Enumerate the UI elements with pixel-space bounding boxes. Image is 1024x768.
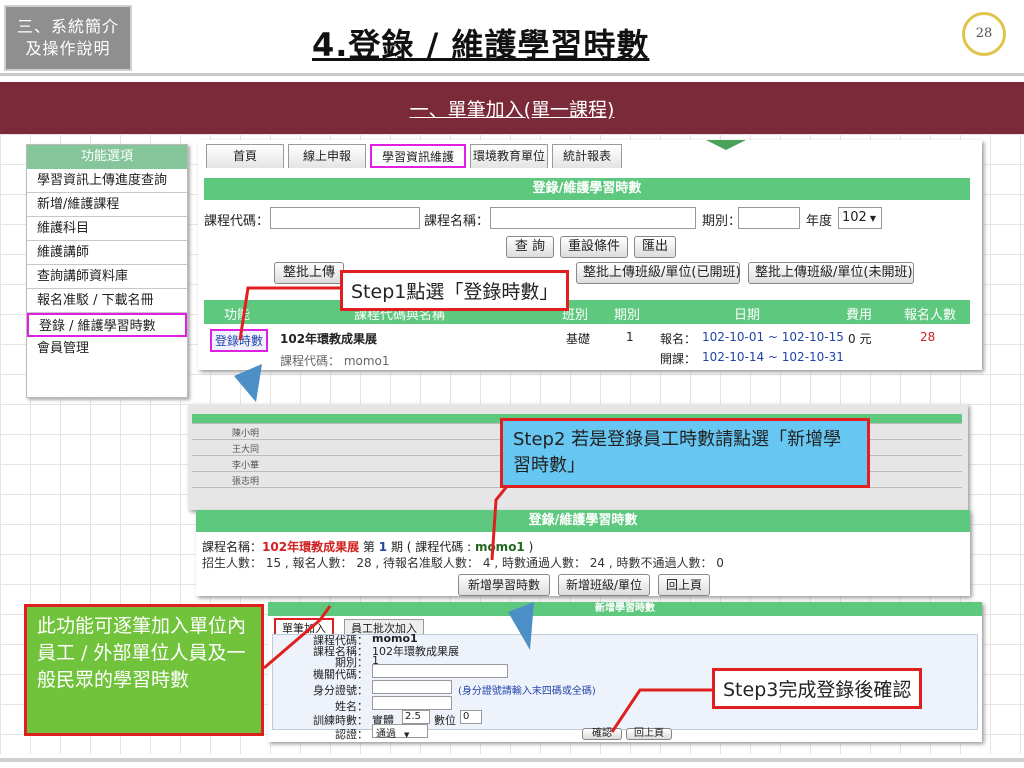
code-label: 課程代碼：	[204, 214, 270, 229]
form-back-button[interactable]: 回上頁	[626, 728, 672, 740]
sidebar-item-members[interactable]: 會員管理	[27, 337, 187, 361]
batch-upload-button[interactable]: 整批上傳	[274, 262, 344, 284]
cert-value: 通過	[376, 729, 396, 740]
id-number-input[interactable]	[372, 680, 452, 694]
name-input[interactable]	[490, 207, 696, 229]
table-row: 登錄時數 102年環教成果展 課程代碼： momo1 基礎 1 報名： 102-…	[204, 326, 970, 370]
digital-input[interactable]: 0	[460, 710, 482, 724]
sidebar-item-lecturer[interactable]: 維護講師	[27, 241, 187, 265]
period-value: 1	[626, 330, 634, 344]
batch-open-button[interactable]: 整批上傳班級/單位(已開班)	[576, 262, 741, 284]
search-heading: 登錄/維護學習時數	[204, 178, 970, 200]
col-action: 功能	[224, 308, 251, 323]
table-header: 功能 課程代碼與名稱 班別 期別 日期 費用 報名人數	[204, 300, 970, 324]
section-banner: 一、單筆加入(單一課程)	[0, 82, 1024, 134]
step1-callout: Step1點選「登錄時數」	[340, 270, 570, 311]
class-label: 開課：	[660, 352, 697, 366]
course-prefix: 課程名稱：	[202, 540, 263, 554]
org-code-input[interactable]	[372, 664, 508, 678]
course-close: )	[528, 540, 534, 554]
section-title: 一、單筆加入(單一課程)	[409, 99, 615, 121]
class-value: 基礎	[566, 332, 591, 346]
bottom-divider	[0, 758, 1024, 762]
chevron-down-icon: ▼	[869, 214, 876, 223]
course-mid: 第	[362, 540, 375, 554]
page-title: 4.登錄 / 維護學習時數	[312, 26, 650, 64]
name-label: 課程名稱：	[424, 214, 490, 229]
step2-callout: Step2 若是登錄員工時數請點選「新增學習時數」	[500, 418, 870, 488]
sidebar-item-upload-progress[interactable]: 學習資訊上傳進度查詢	[27, 169, 187, 193]
col-period: 期別	[614, 308, 641, 323]
detail-period: 1	[378, 540, 388, 554]
tab-statistics[interactable]: 統計報表	[552, 144, 623, 168]
fee-value: 0 元	[848, 332, 872, 346]
step3-callout: Step3完成登錄後確認	[712, 668, 923, 709]
id-hint: (身分證號請輸入末四碼或全碼)	[458, 686, 596, 697]
course-suffix: 期 ( 課程代碼 :	[390, 540, 472, 554]
col-date: 日期	[734, 308, 761, 323]
sidebar-item-hours[interactable]: 登錄 / 維護學習時數	[27, 313, 187, 337]
tab-learning-info[interactable]: 學習資訊維護	[370, 144, 467, 168]
sidebar-item-lecturer-db[interactable]: 查詢講師資料庫	[27, 265, 187, 289]
col-count: 報名人數	[904, 308, 957, 323]
sidebar-item-subject[interactable]: 維護科目	[27, 217, 187, 241]
sidebar-item-approval[interactable]: 報名准駁 / 下載名冊	[27, 289, 187, 313]
confirm-button[interactable]: 確認	[582, 728, 622, 740]
digital-label: 數位	[434, 714, 456, 727]
detail-course-line: 課程名稱：102年環教成果展 第 1 期 ( 課程代碼 : momo1 )	[202, 538, 533, 555]
form-id-label: 身分證號：	[313, 684, 368, 697]
detail-course-name: 102年環教成果展	[262, 540, 360, 554]
chapter-line-2: 及操作說明	[25, 39, 111, 58]
sidebar-item-course[interactable]: 新增/維護課程	[27, 193, 187, 217]
course-code: 課程代碼： momo1	[280, 354, 390, 368]
detail-code: momo1	[474, 540, 525, 554]
form-org-label: 機關代碼：	[313, 668, 368, 681]
tab-env-unit[interactable]: 環境教育單位	[470, 144, 549, 168]
form-heading: 新增學習時數	[268, 602, 982, 616]
chevron-down-icon: ▼	[404, 731, 410, 739]
code-input[interactable]	[270, 207, 420, 229]
detail-heading: 登錄/維護學習時數	[196, 510, 970, 532]
tab-home[interactable]: 首頁	[206, 144, 284, 168]
count-value[interactable]: 28	[920, 330, 935, 344]
chapter-label: 三、系統簡介 及操作說明	[4, 5, 132, 71]
back-button[interactable]: 回上頁	[658, 574, 710, 596]
sidebar: 功能選項 學習資訊上傳進度查詢 新增/維護課程 維護科目 維護講師 查詢講師資料…	[26, 144, 188, 398]
tab-apply[interactable]: 線上申報	[288, 144, 366, 168]
form-name-value: 102年環教成果展	[372, 645, 459, 658]
detail-panel: 登錄/維護學習時數 課程名稱：102年環教成果展 第 1 期 ( 課程代碼 : …	[196, 510, 970, 596]
note-callout: 此功能可逐筆加入單位內員工 / 外部單位人員及一般民眾的學習時數	[24, 604, 264, 736]
divider	[0, 73, 1024, 76]
person-name-input[interactable]	[372, 696, 452, 710]
query-button[interactable]: 查 詢	[506, 236, 554, 258]
year-label: 年度	[806, 214, 833, 229]
period-input[interactable]	[738, 207, 800, 229]
class-dates: 102-10-14 ~ 102-10-31	[702, 350, 844, 364]
period-label: 期別：	[702, 214, 742, 229]
signup-label: 報名：	[660, 332, 697, 346]
record-hours-button[interactable]: 登錄時數	[210, 329, 269, 352]
export-button[interactable]: 匯出	[634, 236, 676, 258]
col-fee: 費用	[846, 308, 873, 323]
batch-unopen-button[interactable]: 整批上傳班級/單位(未開班)	[748, 262, 914, 284]
hours-input[interactable]: 2.5	[402, 710, 430, 724]
search-panel: 首頁 線上申報 學習資訊維護 環境教育單位 統計報表 登錄/維護學習時數 課程代…	[198, 140, 982, 370]
add-class-button[interactable]: 新增班級/單位	[558, 574, 650, 596]
tab-bar: 首頁 線上申報 學習資訊維護 環境教育單位 統計報表	[206, 144, 626, 170]
year-value: 102	[842, 210, 867, 225]
course-name: 102年環教成果展	[280, 332, 378, 346]
signup-dates: 102-10-01 ~ 102-10-15	[702, 330, 844, 344]
year-select[interactable]: 102 ▼	[838, 207, 882, 229]
add-hours-button[interactable]: 新增學習時數	[458, 574, 550, 596]
form-cert-label: 認證：	[335, 728, 368, 741]
sidebar-header: 功能選項	[27, 145, 187, 169]
detail-stats: 招生人數： 15 , 報名人數： 28 , 待報名准駁人數： 4 , 時數通過人…	[202, 556, 724, 570]
reset-button[interactable]: 重設條件	[560, 236, 628, 258]
chapter-line-1: 三、系統簡介	[16, 17, 119, 36]
page-number: 28	[962, 12, 1006, 56]
cert-select[interactable]: 通過 ▼	[372, 724, 428, 740]
